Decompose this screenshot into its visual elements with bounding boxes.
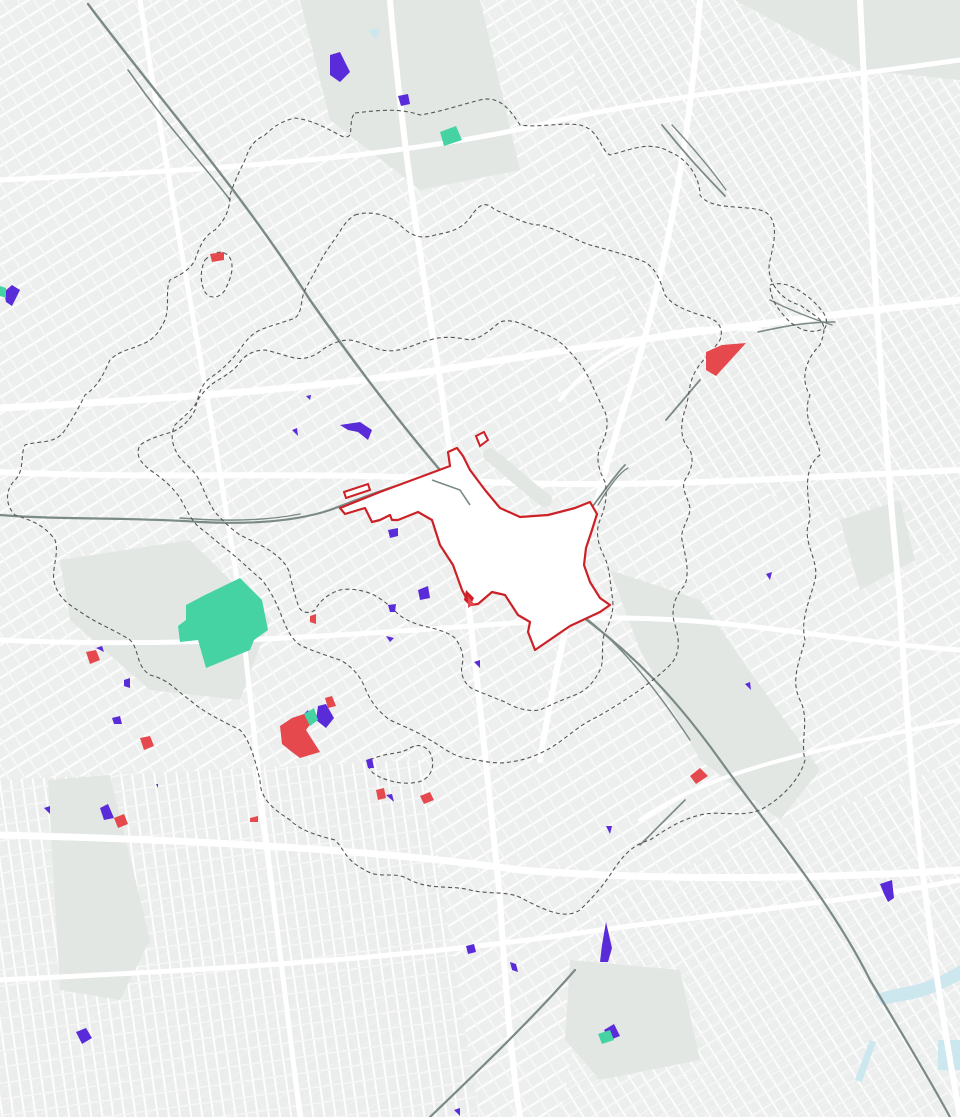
map-container[interactable] [0, 0, 960, 1117]
park-south [565, 960, 700, 1080]
map-canvas[interactable] [0, 0, 960, 1117]
